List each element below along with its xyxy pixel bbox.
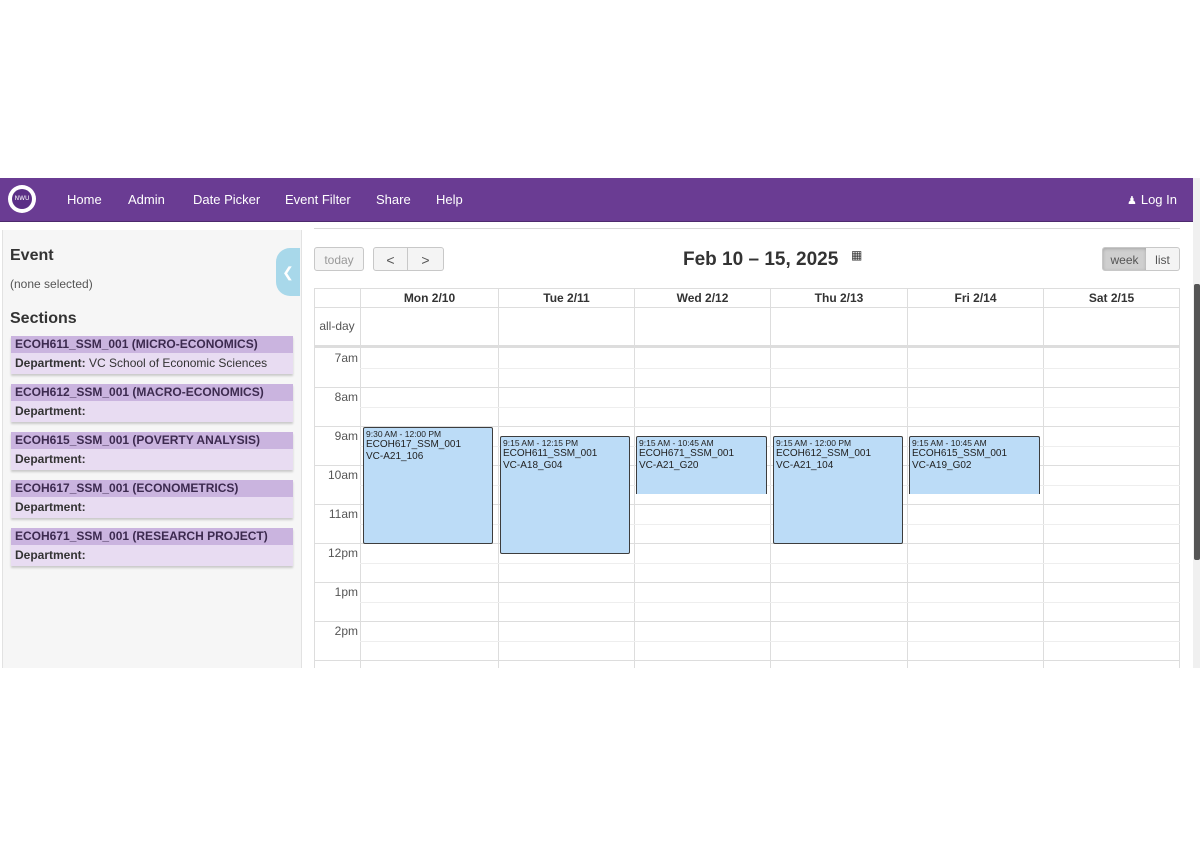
grid-line <box>360 368 1180 369</box>
section-title: ECOH612_SSM_001 (MACRO-ECONOMICS) <box>11 384 293 401</box>
event-course: ECOH612_SSM_001 <box>776 448 872 459</box>
week-view-button[interactable]: week <box>1102 247 1147 271</box>
day-header-mon: Mon 2/10 <box>403 291 456 305</box>
section-title: ECOH615_SSM_001 (POVERTY ANALYSIS) <box>11 432 293 449</box>
nav-home[interactable]: Home <box>67 178 102 221</box>
section-card[interactable]: ECOH671_SSM_001 (RESEARCH PROJECT) Depar… <box>11 528 293 566</box>
nwu-logo[interactable]: NWU <box>8 185 36 213</box>
calendar-event[interactable]: 9:15 AM - 12:00 PM ECOH612_SSM_001 VC-A2… <box>773 436 903 544</box>
day-header-fri: Fri 2/14 <box>954 291 997 305</box>
grid-line <box>314 307 1180 308</box>
calendar-title: Feb 10 – 15, 2025 <box>683 249 839 270</box>
department-label: Department: <box>15 404 86 418</box>
section-department: Department: <box>11 497 293 518</box>
day-header-tue: Tue 2/11 <box>543 291 590 305</box>
grid-line <box>360 602 1180 603</box>
calendar-event[interactable]: 9:15 AM - 10:45 AM ECOH671_SSM_001 VC-A2… <box>636 436 767 494</box>
login-label: Log In <box>1140 192 1177 207</box>
event-venue: VC-A18_G04 <box>503 460 563 471</box>
section-card[interactable]: ECOH612_SSM_001 (MACRO-ECONOMICS) Depart… <box>11 384 293 422</box>
event-course: ECOH615_SSM_001 <box>912 448 1008 459</box>
top-navbar: NWU Home Admin Date Picker Event Filter … <box>0 178 1195 222</box>
chevron-left-icon: ❮ <box>282 264 294 280</box>
sections-heading: Sections <box>10 310 77 327</box>
chevron-left-icon: < <box>386 252 395 268</box>
event-time: 9:15 AM - 12:15 PM <box>503 438 579 448</box>
list-view-button[interactable]: list <box>1146 247 1180 271</box>
section-department: Department: VC School of Economic Scienc… <box>11 353 293 374</box>
event-time: 9:15 AM - 10:45 AM <box>639 438 714 448</box>
grid-line <box>360 563 1180 564</box>
nav-date-picker[interactable]: Date Picker <box>193 178 260 221</box>
calendar-event[interactable]: 9:15 AM - 10:45 AM ECOH615_SSM_001 VC-A1… <box>909 436 1040 494</box>
logo-text: NWU <box>12 189 32 209</box>
section-card[interactable]: ECOH617_SSM_001 (ECONOMETRICS) Departmen… <box>11 480 293 518</box>
day-header-thu: Thu 2/13 <box>814 291 864 305</box>
calendar: today < > Feb 10 – 15, 2025 ▦ week list … <box>314 228 1180 668</box>
event-course: ECOH617_SSM_001 <box>366 439 462 450</box>
user-icon: ♟ <box>1126 195 1137 207</box>
grid-line <box>314 621 1180 622</box>
event-time: 9:30 AM - 12:00 PM <box>366 429 442 439</box>
event-selected-text: (none selected) <box>10 277 93 291</box>
event-time: 9:15 AM - 10:45 AM <box>912 438 987 448</box>
divider <box>314 228 1180 229</box>
next-week-button[interactable]: > <box>408 247 444 271</box>
grid-line <box>360 641 1180 642</box>
sidebar: Event (none selected) Sections ECOH611_S… <box>2 230 302 668</box>
all-day-label: all-day <box>319 319 355 333</box>
grid-line <box>314 582 1180 583</box>
department-label: Department: <box>15 500 86 514</box>
login-link[interactable]: ♟ Log In <box>1127 178 1177 221</box>
event-venue: VC-A21_G20 <box>639 460 699 471</box>
calendar-icon[interactable]: ▦ <box>851 248 862 262</box>
calendar-event[interactable]: 9:30 AM - 12:00 PM ECOH617_SSM_001 VC-A2… <box>363 427 493 544</box>
section-department: Department: <box>11 545 293 566</box>
nav-event-filter[interactable]: Event Filter <box>285 178 351 221</box>
time-label: 2pm <box>334 624 358 638</box>
nav-share[interactable]: Share <box>376 178 411 221</box>
time-label: 7am <box>334 351 358 365</box>
time-label: 8am <box>334 390 358 404</box>
department-value: VC School of Economic Sciences <box>89 356 268 370</box>
section-title: ECOH671_SSM_001 (RESEARCH PROJECT) <box>11 528 293 545</box>
calendar-event[interactable]: 9:15 AM - 12:15 PM ECOH611_SSM_001 VC-A1… <box>500 436 630 554</box>
nav-admin[interactable]: Admin <box>128 178 165 221</box>
section-card[interactable]: ECOH615_SSM_001 (POVERTY ANALYSIS) Depar… <box>11 432 293 470</box>
day-header-sat: Sat 2/15 <box>1088 291 1135 305</box>
grid-line <box>360 407 1180 408</box>
event-venue: VC-A21_106 <box>366 451 424 462</box>
event-course: ECOH611_SSM_001 <box>503 448 598 459</box>
time-label: 1pm <box>334 585 358 599</box>
scrollbar-thumb[interactable] <box>1194 284 1200 560</box>
section-card[interactable]: ECOH611_SSM_001 (MICRO-ECONOMICS) Depart… <box>11 336 293 374</box>
event-time: 9:15 AM - 12:00 PM <box>776 438 852 448</box>
week-grid: Mon 2/10 Tue 2/11 Wed 2/12 Thu 2/13 Fri … <box>314 288 1180 668</box>
day-header-wed: Wed 2/12 <box>676 291 729 305</box>
section-title: ECOH611_SSM_001 (MICRO-ECONOMICS) <box>11 336 293 353</box>
department-label: Department: <box>15 548 86 562</box>
nav-help[interactable]: Help <box>436 178 463 221</box>
department-label: Department: <box>15 452 86 466</box>
event-venue: VC-A21_104 <box>776 460 834 471</box>
event-heading: Event <box>10 247 54 264</box>
event-course: ECOH671_SSM_001 <box>639 448 735 459</box>
section-department: Department: <box>11 401 293 422</box>
today-button[interactable]: today <box>314 247 364 271</box>
prev-week-button[interactable]: < <box>373 247 408 271</box>
sidebar-collapse-button[interactable]: ❮ <box>276 248 300 296</box>
time-label: 10am <box>327 468 358 482</box>
section-department: Department: <box>11 449 293 470</box>
section-title: ECOH617_SSM_001 (ECONOMETRICS) <box>11 480 293 497</box>
time-label: 12pm <box>327 546 358 560</box>
time-label: 11am <box>328 507 358 521</box>
department-label: Department: <box>15 356 86 370</box>
app-window: NWU Home Admin Date Picker Event Filter … <box>0 178 1200 668</box>
event-venue: VC-A19_G02 <box>912 460 972 471</box>
all-day-divider <box>314 345 1180 348</box>
chevron-right-icon: > <box>421 252 430 268</box>
grid-line <box>314 660 1180 661</box>
time-label: 9am <box>334 429 358 443</box>
grid-line <box>314 387 1180 388</box>
